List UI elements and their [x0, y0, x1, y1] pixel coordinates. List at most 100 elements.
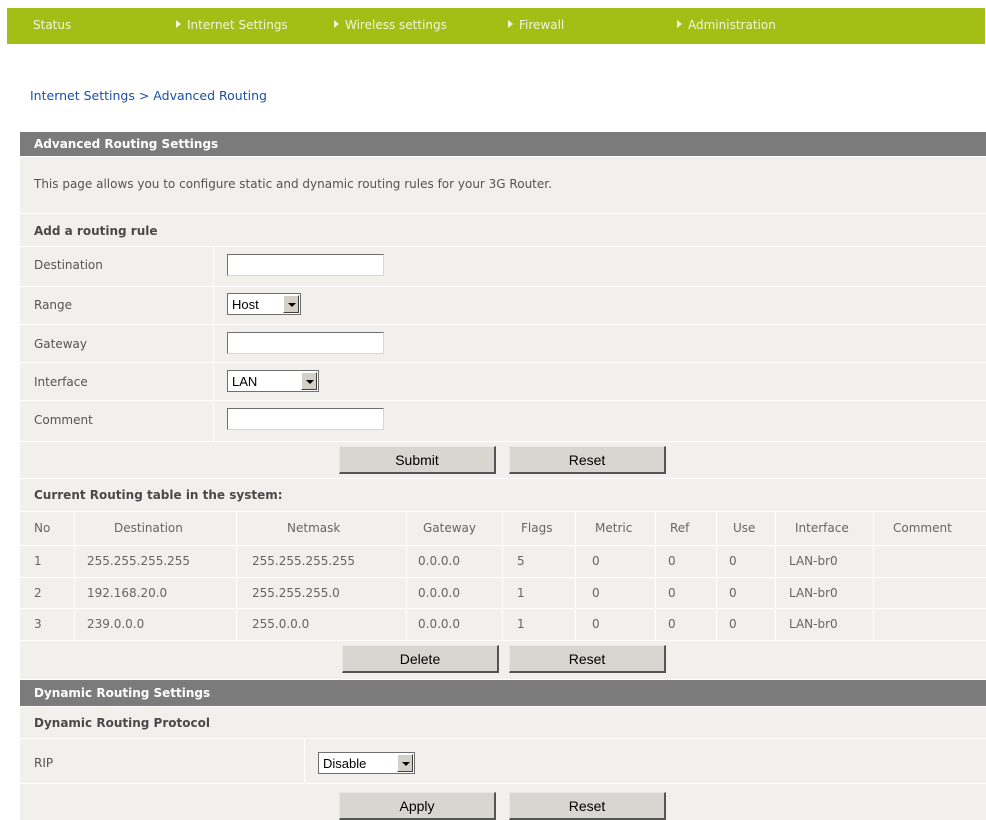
advanced-routing-header: Advanced Routing Settings: [20, 132, 986, 156]
top-nav-bar: Status Internet Settings Wireless settin…: [7, 8, 985, 44]
column-header-ref: Ref: [670, 521, 690, 535]
cell-destination: 239.0.0.0: [87, 617, 145, 631]
cell-use: 0: [729, 617, 737, 631]
range-select[interactable]: Host: [227, 293, 301, 315]
cell-flags: 1: [517, 586, 525, 600]
add-rule-actions: [20, 442, 986, 478]
dynamic-protocol-title: Dynamic Routing Protocol: [34, 716, 210, 730]
column-divider: [655, 512, 656, 640]
add-rule-title: Add a routing rule: [34, 224, 158, 238]
nav-administration[interactable]: Administration: [677, 18, 776, 32]
column-header-destination: Destination: [114, 521, 183, 535]
divider: [20, 324, 986, 325]
apply-button[interactable]: Apply: [339, 792, 496, 820]
divider: [20, 608, 986, 609]
divider: [20, 286, 986, 287]
triangle-right-icon: [677, 20, 682, 28]
submit-button[interactable]: Submit: [339, 446, 496, 474]
column-header-comment: Comment: [893, 521, 952, 535]
gateway-field[interactable]: [227, 332, 384, 354]
interface-select-value: LAN: [232, 374, 258, 389]
nav-wireless-settings[interactable]: Wireless settings: [334, 18, 447, 32]
divider: [20, 783, 986, 784]
column-divider: [716, 512, 717, 640]
comment-label: Comment: [34, 413, 93, 427]
divider: [20, 511, 986, 512]
range-label: Range: [34, 298, 73, 312]
triangle-right-icon: [508, 20, 513, 28]
cell-interface: LAN-br0: [789, 554, 838, 568]
page-description: This page allows you to configure static…: [34, 177, 552, 191]
cell-flags: 5: [517, 554, 525, 568]
cell-metric: 0: [592, 586, 600, 600]
cell-gateway: 0.0.0.0: [418, 617, 460, 631]
cell-netmask: 255.0.0.0: [252, 617, 310, 631]
nav-internet-settings-label: Internet Settings: [187, 18, 288, 32]
cell-flags: 1: [517, 617, 525, 631]
range-select-value: Host: [232, 297, 259, 312]
table-reset-button[interactable]: Reset: [509, 645, 666, 673]
description-panel: This page allows you to configure static…: [20, 157, 986, 213]
rip-select-value: Disable: [323, 756, 367, 771]
column-divider: [236, 512, 237, 640]
cell-netmask: 255.255.255.255: [252, 554, 356, 568]
destination-field[interactable]: [227, 254, 384, 276]
divider: [20, 738, 986, 739]
dynamic-routing-header: Dynamic Routing Settings: [20, 680, 986, 706]
dynamic-routing-panel: Dynamic Routing Protocol RIP: [20, 707, 986, 820]
cell-use: 0: [729, 554, 737, 568]
column-divider: [575, 512, 576, 640]
interface-label: Interface: [34, 375, 88, 389]
column-header-no: No: [34, 521, 51, 535]
cell-interface: LAN-br0: [789, 617, 838, 631]
column-header-gateway: Gateway: [423, 521, 477, 535]
column-header-metric: Metric: [595, 521, 633, 535]
column-divider: [213, 246, 214, 442]
nav-firewall[interactable]: Firewall: [508, 18, 564, 32]
column-header-use: Use: [733, 521, 756, 535]
cell-ref: 0: [668, 617, 676, 631]
column-divider: [304, 739, 305, 783]
column-divider: [74, 512, 75, 640]
divider: [20, 577, 986, 578]
destination-label: Destination: [34, 258, 103, 272]
dropdown-arrow-icon: [397, 754, 413, 772]
add-rule-panel: Add a routing rule Destination Range Gat…: [20, 214, 986, 442]
nav-wireless-settings-label: Wireless settings: [345, 18, 447, 32]
cell-ref: 0: [668, 586, 676, 600]
divider: [20, 362, 986, 363]
cell-metric: 0: [592, 554, 600, 568]
cell-no: 3: [34, 617, 42, 631]
column-divider: [775, 512, 776, 640]
divider: [20, 400, 986, 401]
nav-internet-settings[interactable]: Internet Settings: [176, 18, 288, 32]
reset-button[interactable]: Reset: [509, 446, 666, 474]
delete-button[interactable]: Delete: [342, 645, 499, 673]
column-header-netmask: Netmask: [287, 521, 341, 535]
routing-table-panel: Current Routing table in the system:: [20, 479, 986, 679]
rip-select[interactable]: Disable: [318, 752, 415, 774]
cell-interface: LAN-br0: [789, 586, 838, 600]
cell-destination: 192.168.20.0: [87, 586, 168, 600]
dropdown-arrow-icon: [283, 295, 299, 313]
gateway-label: Gateway: [34, 337, 88, 351]
nav-status[interactable]: Status: [33, 18, 71, 32]
interface-select[interactable]: LAN: [227, 370, 319, 392]
divider: [20, 246, 986, 247]
column-divider: [873, 512, 874, 640]
cell-use: 0: [729, 586, 737, 600]
divider: [20, 640, 986, 641]
cell-ref: 0: [668, 554, 676, 568]
rip-label: RIP: [34, 756, 54, 770]
cell-destination: 255.255.255.255: [87, 554, 191, 568]
column-divider: [502, 512, 503, 640]
triangle-right-icon: [334, 20, 339, 28]
divider: [20, 545, 986, 546]
comment-field[interactable]: [227, 408, 384, 430]
cell-no: 2: [34, 586, 42, 600]
nav-firewall-label: Firewall: [519, 18, 565, 32]
dynamic-reset-button[interactable]: Reset: [509, 792, 666, 820]
cell-gateway: 0.0.0.0: [418, 586, 460, 600]
column-header-interface: Interface: [795, 521, 849, 535]
breadcrumb: Internet Settings > Advanced Routing: [30, 88, 267, 103]
